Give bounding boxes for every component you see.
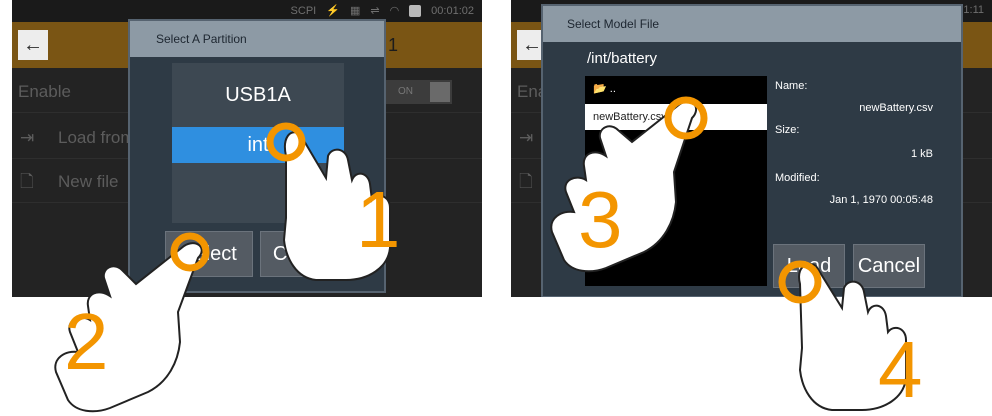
new-file-icon: 🗋	[20, 172, 34, 191]
back-button[interactable]: ←	[18, 30, 48, 60]
name-label: Name:	[775, 80, 808, 92]
scpi-indicator: SCPI	[290, 4, 317, 17]
enter-arrow-icon: ⇥	[20, 128, 35, 147]
dialog-title: Select Model File	[543, 6, 961, 42]
dialog-title: Select A Partition	[130, 21, 384, 57]
size-value: 1 kB	[910, 148, 933, 160]
modified-value: Jan 1, 1970 00:05:48	[829, 194, 933, 206]
menu-item-label: Enable	[18, 82, 71, 101]
enable-toggle[interactable]: ON	[380, 80, 452, 104]
step-number-2: 2	[64, 297, 109, 386]
step-number-3: 3	[578, 175, 623, 264]
pointing-hand-icon	[778, 260, 907, 411]
pointing-hand-icon	[54, 232, 210, 413]
back-arrow-icon: ←	[522, 34, 542, 56]
lightning-icon: ⚡	[326, 5, 340, 17]
network-icon: ▦	[349, 5, 361, 17]
menu-item-label: New file	[58, 172, 119, 191]
screenshot-icon	[409, 4, 422, 17]
modified-label: Modified:	[775, 172, 820, 184]
name-value: newBattery.csv	[859, 102, 933, 114]
menu-item-label: Load from	[58, 128, 135, 147]
toggle-knob	[430, 82, 450, 102]
step-number-4: 4	[878, 325, 923, 414]
step-number-1: 1	[356, 175, 401, 264]
usb-icon: ⇌	[370, 5, 380, 17]
page-title: 1	[388, 35, 399, 55]
status-time: 00:01:02	[431, 4, 474, 17]
wifi-icon: ◠	[389, 5, 400, 17]
toggle-state: ON	[398, 86, 413, 97]
size-label: Size:	[775, 124, 800, 136]
current-path: /int/battery	[587, 50, 658, 67]
list-item[interactable]: USB1A	[172, 79, 344, 111]
back-arrow-icon: ←	[23, 34, 43, 56]
